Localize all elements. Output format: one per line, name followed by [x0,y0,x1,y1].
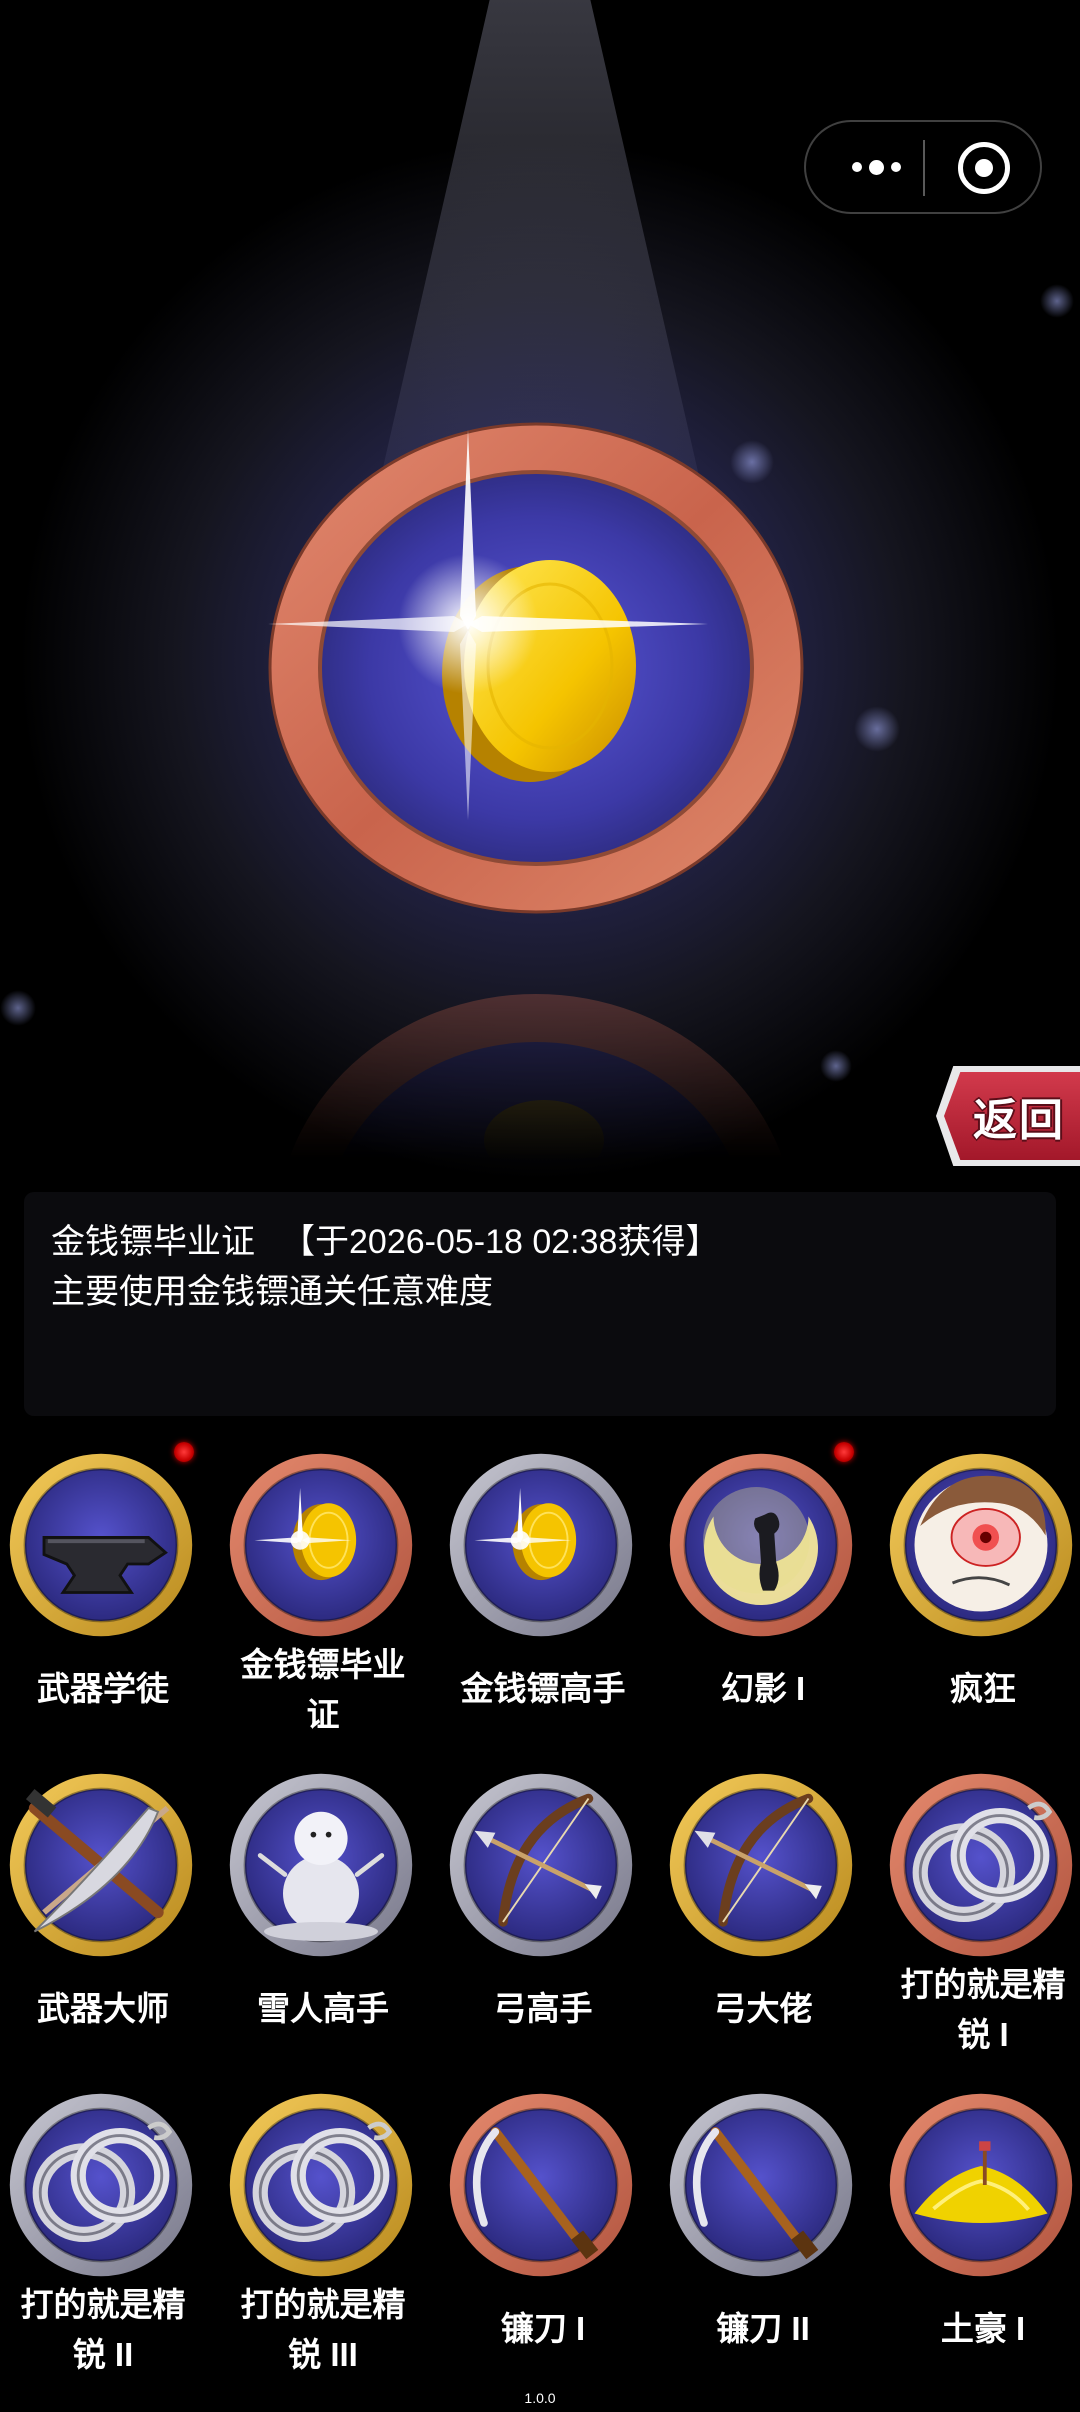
achievement-name-label: 雪人高手 [220,1984,426,2034]
achievement-name-line: 锐 III [288,2336,358,2373]
achievement-item[interactable]: 弓大佬 [660,1760,876,2080]
scythe-icon [446,2090,636,2280]
achievement-name: 金钱镖毕业证 [51,1223,255,1261]
back-button-label: 返回 [973,1096,1065,1145]
achievement-name-line: 镰刀 II [716,2310,810,2347]
achievement-item[interactable]: 金钱镖毕业证 [220,1440,436,1760]
achievement-grid: 武器学徒 金钱镖毕业证金钱镖高手 幻影 I 疯狂 武器大师 雪人高手 弓高手 弓大佬 打的就是精… [0,1440,1080,2380]
achievement-name-line: 土豪 I [940,2310,1026,2347]
gold-pile-icon [886,2090,1076,2280]
achievement-item[interactable]: 疯狂 [880,1440,1080,1760]
moon-silhouette-icon [666,1450,856,1640]
achievement-name-line: 金钱镖毕业 [240,1646,406,1683]
achievement-item[interactable]: 雪人高手 [220,1760,436,2080]
version-label: 1.0.0 [524,2390,556,2406]
achievement-info-panel: 金钱镖毕业证 【于2026-05-18 02:38获得】 主要使用金钱镖通关任意难… [24,1192,1056,1416]
achievement-item[interactable]: 武器大师 [0,1760,216,2080]
new-badge-dot [174,1442,194,1462]
achievement-name-label: 武器学徒 [0,1664,206,1714]
achievement-item[interactable]: 镰刀 II [660,2080,876,2400]
achievement-name-line: 打的就是精 [20,2286,186,2323]
achievement-name-label: 镰刀 II [660,2304,866,2354]
achievement-name-line: 弓高手 [493,1990,593,2027]
achievement-item[interactable]: 打的就是精锐 II [0,2080,216,2400]
achievement-description: 主要使用金钱镖通关任意难度 [51,1273,493,1311]
new-badge-dot [834,1442,854,1462]
achievement-name-label: 镰刀 I [440,2304,646,2354]
more-dots-icon[interactable] [836,142,916,192]
achievement-item[interactable]: 打的就是精锐 I [880,1760,1080,2080]
miniprogram-capsule [804,120,1042,214]
handcuffs-icon [6,2090,196,2280]
achievement-item[interactable]: 金钱镖高手 [440,1440,656,1760]
achievement-title-line: 金钱镖毕业证 【于2026-05-18 02:38获得】 [51,1222,719,1262]
achievement-name-label: 幻影 I [660,1664,866,1714]
achievement-name-line: 打的就是精 [240,2286,406,2323]
featured-medal-reflection [268,990,804,1160]
achievement-name-line: 雪人高手 [257,1990,389,2027]
achievement-item[interactable]: 打的就是精锐 III [220,2080,436,2400]
achievement-name-line: 武器学徒 [37,1670,169,1707]
snowman-icon [226,1770,416,1960]
bow-icon [666,1770,856,1960]
target-circle-icon[interactable] [958,142,1010,194]
ambient-sparkle [820,1050,852,1082]
achievement-name-label: 武器大师 [0,1984,206,2034]
achievement-name-label: 金钱镖毕业证 [220,1640,426,1740]
achievement-item[interactable]: 土豪 I [880,2080,1080,2400]
featured-medal [268,420,804,916]
bow-icon [446,1770,636,1960]
achievement-name-label: 弓高手 [440,1984,646,2034]
handcuffs-icon [226,2090,416,2280]
anvil-icon [6,1450,196,1640]
coin-icon [226,1450,416,1640]
achievement-item[interactable]: 弓高手 [440,1760,656,2080]
coin-icon [446,1450,636,1640]
ambient-sparkle [854,706,900,752]
achievement-item[interactable]: 镰刀 I [440,2080,656,2400]
crossed-weapons-icon [6,1770,196,1960]
achievement-name-line: 金钱镖高手 [460,1670,626,1707]
achievement-screen: 返回 金钱镖毕业证 【于2026-05-18 02:38获得】 主要使用金钱镖通关… [0,0,1080,2412]
achievement-name-label: 弓大佬 [660,1984,866,2034]
achievement-name-line: 打的就是精 [900,1966,1066,2003]
handcuffs-icon [886,1770,1076,1960]
ambient-sparkle [1040,284,1074,318]
achievement-name-label: 打的就是精锐 I [880,1960,1080,2060]
achievement-name-label: 土豪 I [880,2304,1080,2354]
coin-icon [268,422,804,914]
achievement-item[interactable]: 武器学徒 [0,1440,216,1760]
achievement-name-line: 镰刀 I [500,2310,586,2347]
achievement-name-line: 武器大师 [37,1990,169,2027]
achievement-name-line: 疯狂 [950,1670,1016,1707]
scythe-icon [666,2090,856,2280]
achievement-name-line: 证 [306,1696,340,1733]
achievement-name-label: 疯狂 [880,1664,1080,1714]
capsule-divider [923,140,925,196]
achievement-name-label: 金钱镖高手 [440,1664,646,1714]
achievement-name-line: 锐 I [957,2016,1009,2053]
achievement-item[interactable]: 幻影 I [660,1440,876,1760]
achievement-name-line: 弓大佬 [713,1990,813,2027]
crazy-face-icon [886,1450,1076,1640]
achievement-name-line: 锐 II [72,2336,134,2373]
ambient-sparkle [0,990,36,1026]
achievement-name-label: 打的就是精锐 II [0,2280,206,2380]
achievement-name-label: 打的就是精锐 III [220,2280,426,2380]
achievement-obtained-date: 【于2026-05-18 02:38获得】 [281,1223,720,1261]
achievement-name-line: 幻影 I [720,1670,806,1707]
back-button[interactable]: 返回 [936,1066,1080,1166]
